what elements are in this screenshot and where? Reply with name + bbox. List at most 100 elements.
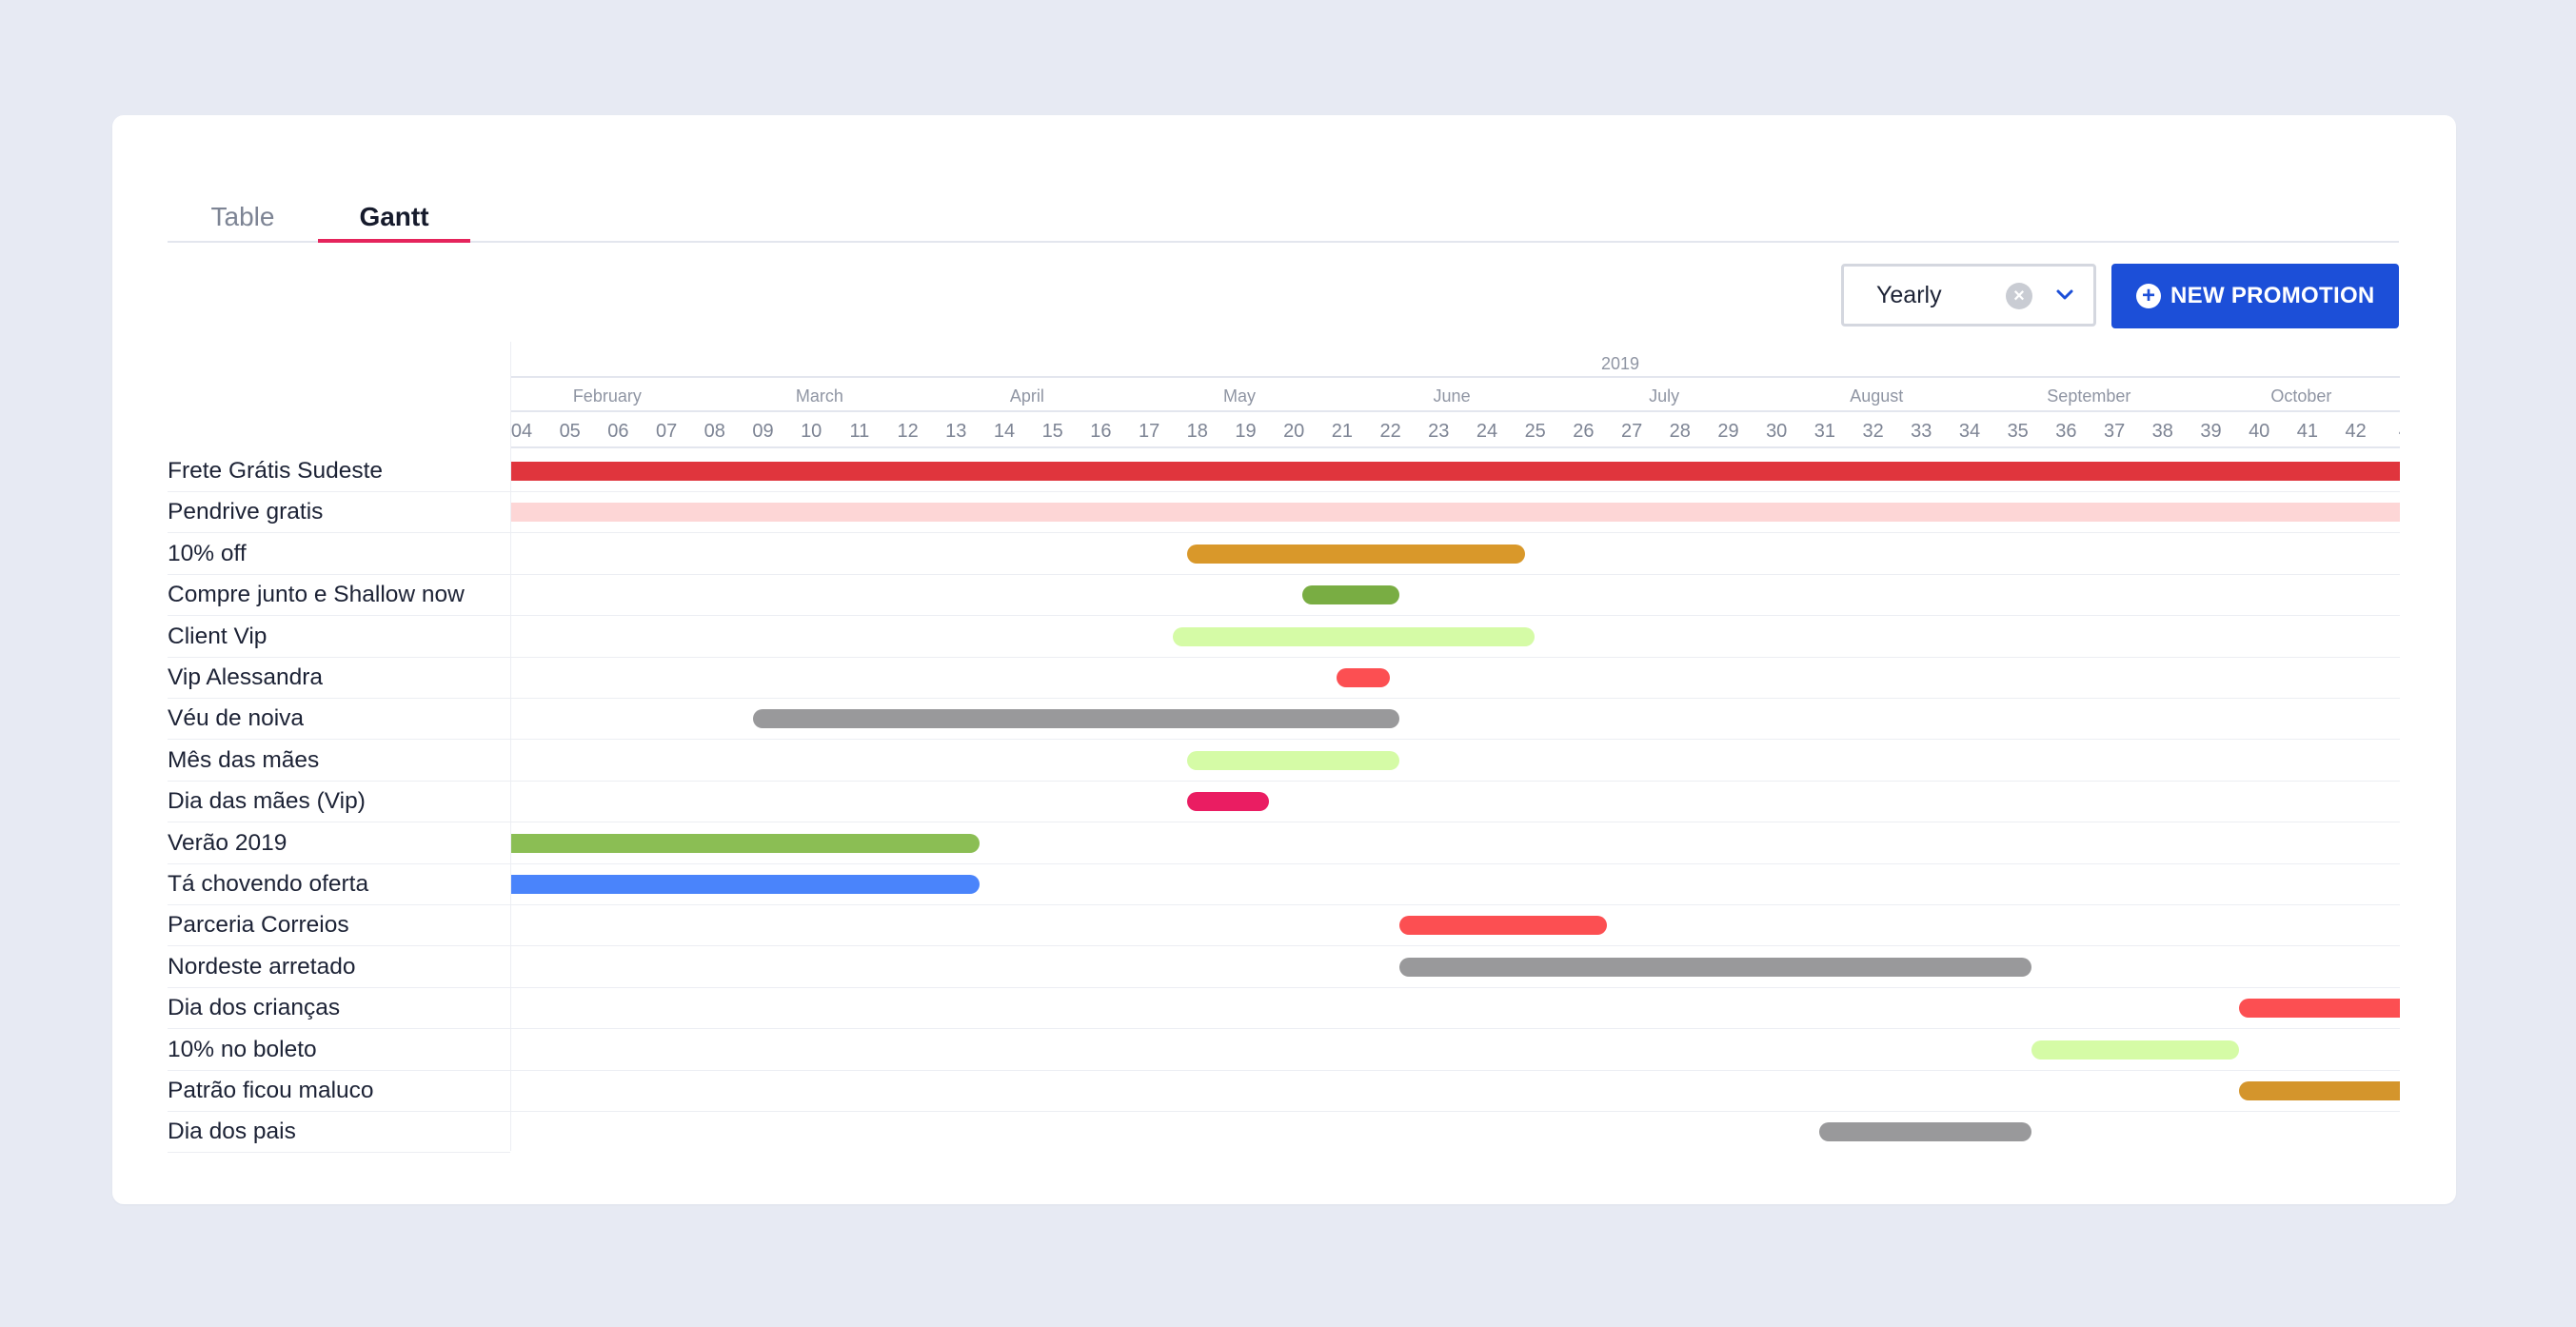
promotion-bar[interactable]: [511, 462, 2400, 481]
row-divider: [511, 780, 2400, 782]
plus-circle-icon: +: [2136, 284, 2161, 308]
promotion-label[interactable]: Compre junto e Shallow now: [168, 574, 510, 617]
week-label: 29: [1717, 421, 1739, 442]
promotion-label[interactable]: Vip Alessandra: [168, 657, 510, 699]
promotion-label[interactable]: Dia dos crianças: [168, 987, 510, 1030]
tab-table[interactable]: Table: [168, 170, 318, 241]
week-label: 34: [1958, 421, 1981, 442]
promotion-label[interactable]: Véu de noiva: [168, 698, 510, 741]
month-label: July: [1649, 386, 1680, 406]
week-label: 12: [897, 421, 919, 442]
week-label: 42: [2345, 421, 2367, 442]
promotion-bar[interactable]: [511, 833, 980, 853]
week-label: 40: [2249, 421, 2270, 442]
month-label: February: [572, 386, 642, 406]
promotion-bar[interactable]: [752, 709, 1399, 729]
month-label: June: [1433, 386, 1471, 406]
promotion-bar[interactable]: [1398, 957, 2032, 977]
new-promotion-label: NEW PROMOTION: [2170, 283, 2375, 308]
promotion-label[interactable]: Mês das mães: [168, 740, 510, 782]
promotion-label[interactable]: Dia das mães (Vip): [168, 781, 510, 823]
week-label: 10: [801, 421, 822, 442]
month-label: September: [2047, 386, 2131, 406]
gantt-row-labels: Frete Grátis Sudeste Pendrive gratis 10% o…: [168, 342, 510, 1154]
week-label: 04: [510, 421, 533, 442]
promotion-label[interactable]: Parceria Correios: [168, 904, 510, 947]
month-label: May: [1222, 386, 1256, 406]
row-divider: [511, 1069, 2400, 1071]
week-label: 24: [1476, 421, 1498, 442]
week-label: 4: [2380, 414, 2400, 448]
week-label: 25: [1524, 421, 1546, 442]
promotion-bar[interactable]: [511, 875, 980, 894]
row-divider: [511, 945, 2400, 947]
week-label: 16: [1090, 421, 1112, 442]
close-circle-icon[interactable]: ×: [2006, 283, 2032, 309]
promotion-bar[interactable]: [2031, 1040, 2240, 1060]
row-divider: [511, 1028, 2400, 1030]
promotion-label[interactable]: Nordeste arretado: [168, 946, 510, 988]
week-label: 37: [2103, 421, 2126, 442]
row-divider: [511, 1111, 2400, 1112]
tab-gantt[interactable]: Gantt: [318, 170, 470, 243]
promotion-bar[interactable]: [2239, 999, 2400, 1019]
gantt-timeline: 2019 February March April May June July August…: [510, 342, 2400, 1151]
row-divider: [511, 986, 2400, 988]
promotion-bar[interactable]: [1186, 792, 1269, 812]
promotion-bar[interactable]: [1186, 750, 1399, 770]
promotion-bar[interactable]: [1818, 1122, 2032, 1142]
week-label: 36: [2055, 421, 2077, 442]
promotion-label[interactable]: Tá chovendo oferta: [168, 863, 510, 905]
chevron-down-icon[interactable]: [2050, 278, 2080, 312]
promotion-label[interactable]: Client Vip: [168, 616, 510, 658]
week-label: 32: [1862, 421, 1884, 442]
month-label: August: [1850, 386, 1904, 406]
new-promotion-button[interactable]: + NEW PROMOTION: [2111, 264, 2399, 328]
week-label: 27: [1620, 421, 1643, 442]
promotion-bar[interactable]: [1302, 585, 1399, 605]
promotion-label[interactable]: Patrão ficou maluco: [168, 1070, 510, 1112]
period-select[interactable]: Yearly ×: [1841, 264, 2096, 327]
week-label: 20: [1283, 421, 1305, 442]
row-divider: [511, 739, 2400, 741]
row-divider: [511, 615, 2400, 617]
week-label: 35: [2007, 421, 2029, 442]
promotion-label[interactable]: Verão 2019: [168, 822, 510, 864]
promotion-bar[interactable]: [1186, 544, 1525, 564]
period-select-value: Yearly: [1876, 282, 1942, 308]
week-label: 31: [1813, 421, 1836, 442]
promotion-bar[interactable]: [1336, 668, 1390, 687]
promotion-bar[interactable]: [2239, 1081, 2400, 1100]
promotion-bar[interactable]: [511, 503, 2400, 523]
promotion-label[interactable]: 10% off: [168, 533, 510, 575]
promotion-label[interactable]: Dia dos pais: [168, 1111, 510, 1154]
week-label: 06: [607, 421, 629, 442]
week-label: 07: [655, 421, 678, 442]
promotion-bar[interactable]: [1398, 916, 1607, 936]
week-label: 14: [993, 421, 1016, 442]
promotion-bar[interactable]: [1172, 626, 1535, 646]
week-label: 26: [1573, 421, 1595, 442]
week-label: 39: [2200, 421, 2222, 442]
row-divider: [511, 532, 2400, 534]
promotion-label[interactable]: Pendrive gratis: [168, 491, 510, 534]
promotion-label[interactable]: Frete Grátis Sudeste: [168, 450, 510, 492]
row-divider: [511, 656, 2400, 658]
month-label: April: [1009, 386, 1044, 406]
month-label: March: [795, 386, 843, 406]
row-divider: [511, 698, 2400, 699]
week-label: 11: [849, 421, 870, 442]
week-label: 21: [1331, 421, 1354, 442]
row-divider: [511, 862, 2400, 864]
week-label: 23: [1428, 421, 1450, 442]
week-label: 41: [2296, 421, 2319, 442]
row-divider: [511, 573, 2400, 575]
month-label: October: [2270, 386, 2332, 406]
week-label: 33: [1911, 421, 1932, 442]
week-label: 30: [1766, 421, 1788, 442]
promotion-label[interactable]: 10% no boleto: [168, 1029, 510, 1071]
week-label: 17: [1138, 421, 1160, 442]
week-label: 08: [703, 421, 725, 442]
row-divider: [511, 904, 2400, 905]
promotions-card: Table Gantt Yearly × + NEW PROMOTION Fre…: [112, 115, 2456, 1204]
